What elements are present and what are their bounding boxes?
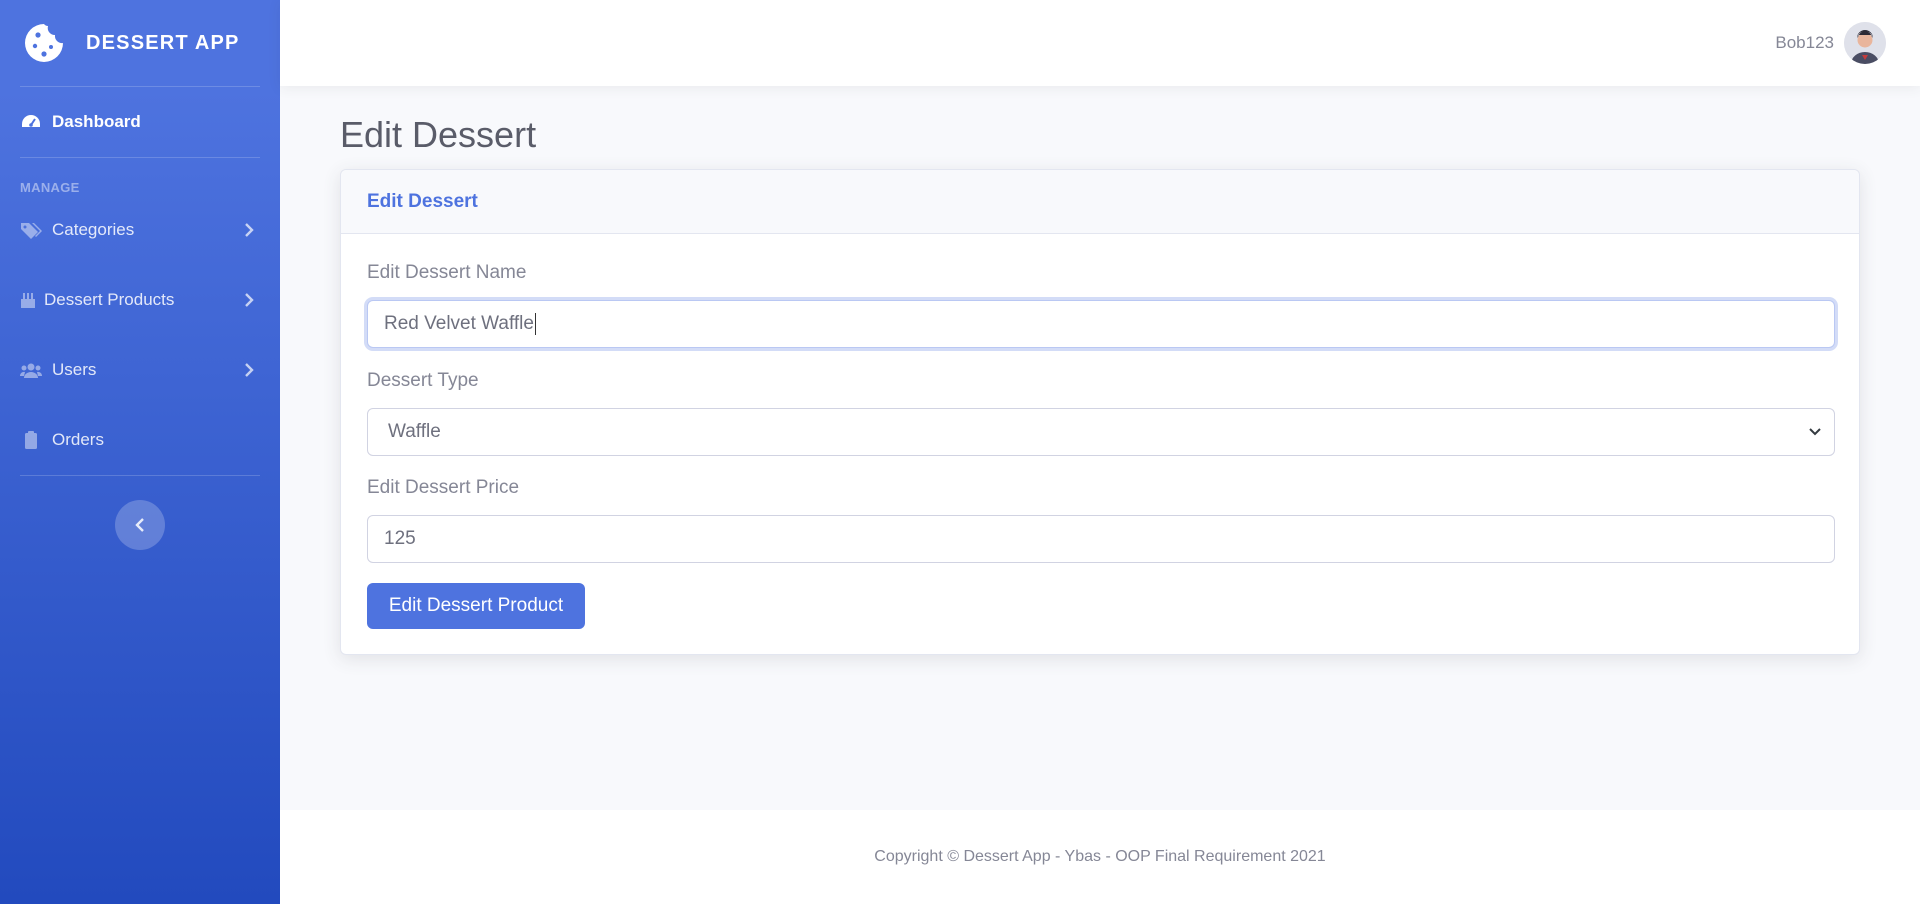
sidebar-heading: MANAGE [20,180,80,195]
clipboard-icon [25,431,37,449]
footer: Copyright © Dessert App - Ybas - OOP Fin… [280,810,1920,904]
sidebar: DESSERT APP Dashboard MANAGE Categories … [0,0,280,904]
sidebar-item-orders[interactable]: Orders [0,405,280,475]
tachometer-icon [22,115,40,127]
card-title: Edit Dessert [367,190,478,212]
topbar: Bob123 [280,0,1920,86]
cookie-icon [25,24,63,62]
dessert-name-value: Red Velvet Waffle [384,313,534,334]
birthday-cake-icon [21,293,35,308]
sidebar-divider [20,475,260,476]
sidebar-item-dashboard[interactable]: Dashboard [0,87,280,157]
sidebar-item-users[interactable]: Users [0,335,280,405]
user-avatar [1844,22,1886,64]
chevron-down-icon [1809,428,1821,436]
text-caret [534,313,536,335]
card-header: Edit Dessert [341,170,1859,234]
edit-dessert-product-button[interactable]: Edit Dessert Product [367,583,585,629]
sidebar-toggle-button[interactable] [115,500,165,550]
edit-dessert-card: Edit Dessert Edit Dessert Name Red Velve… [340,169,1860,655]
sidebar-divider [20,157,260,158]
chevron-right-icon [245,223,254,237]
username: Bob123 [1775,33,1834,52]
sidebar-item-label: Orders [52,430,104,449]
tags-icon [21,223,42,239]
dessert-price-input[interactable]: 125 [367,515,1835,563]
copyright-text: Copyright © Dessert App - Ybas - OOP Fin… [874,848,1326,865]
dessert-type-select[interactable]: Waffle [367,408,1835,456]
users-icon [20,363,42,378]
brand-name: DESSERT APP [86,31,240,54]
dessert-price-label: Edit Dessert Price [367,477,520,498]
dessert-type-label: Dessert Type [367,370,479,391]
dessert-name-input[interactable]: Red Velvet Waffle [367,300,1835,348]
chevron-left-icon [135,518,144,532]
sidebar-item-dessert-products[interactable]: Dessert Products [0,265,280,335]
sidebar-item-label: Dessert Products [44,290,175,309]
sidebar-item-label: Categories [52,220,135,239]
submit-label: Edit Dessert Product [388,595,564,616]
sidebar-item-label: Users [52,360,97,379]
brand-link[interactable]: DESSERT APP [0,0,280,86]
chevron-right-icon [245,363,254,377]
user-dropdown[interactable]: Bob123 [1775,22,1886,64]
dessert-type-value: Waffle [388,421,441,442]
page-title: Edit Dessert [340,114,537,155]
sidebar-item-categories[interactable]: Categories [0,195,280,265]
dessert-price-value: 125 [384,528,416,549]
chevron-right-icon [245,293,254,307]
sidebar-item-label: Dashboard [52,112,141,131]
dessert-name-label: Edit Dessert Name [367,262,527,283]
